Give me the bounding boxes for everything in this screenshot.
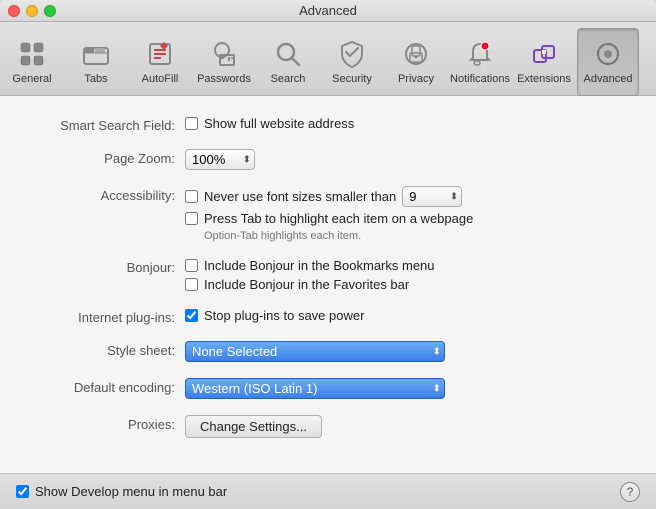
toolbar: General Tabs <box>0 22 656 96</box>
toolbar-label-privacy: Privacy <box>398 73 434 85</box>
toolbar-label-advanced: Advanced <box>584 73 633 85</box>
toolbar-label-autofill: AutoFill <box>142 73 179 85</box>
page-zoom-label: Page Zoom: <box>30 149 185 166</box>
style-sheet-row: Style sheet: None Selected ⬍ <box>30 341 626 362</box>
change-settings-button[interactable]: Change Settings... <box>185 415 322 438</box>
proxies-row: Proxies: Change Settings... <box>30 415 626 438</box>
sidebar-item-extensions[interactable]: Extensions <box>513 28 575 96</box>
privacy-icon <box>400 38 432 70</box>
window-title: Advanced <box>299 3 357 18</box>
tabs-icon <box>80 38 112 70</box>
toolbar-label-passwords: Passwords <box>197 73 251 85</box>
page-zoom-select[interactable]: 75% 85% 100% 115% 125% 150% 175% 200% <box>185 149 255 170</box>
smart-search-row: Smart Search Field: Show full website ad… <box>30 116 626 133</box>
accessibility-row: Accessibility: Never use font sizes smal… <box>30 186 626 242</box>
proxies-label: Proxies: <box>30 415 185 432</box>
content-area: Smart Search Field: Show full website ad… <box>0 96 656 473</box>
sidebar-item-tabs[interactable]: Tabs <box>65 28 127 96</box>
close-button[interactable] <box>8 5 20 17</box>
internet-plugins-label: Internet plug-ins: <box>30 308 185 325</box>
font-size-select[interactable]: 9 10 12 14 18 24 <box>402 186 462 207</box>
bonjour-label: Bonjour: <box>30 258 185 275</box>
press-tab-checkbox[interactable] <box>185 212 198 225</box>
toolbar-label-security: Security <box>332 73 372 85</box>
notifications-icon <box>464 38 496 70</box>
sidebar-item-privacy[interactable]: Privacy <box>385 28 447 96</box>
accessibility-hint: Option-Tab highlights each item. <box>204 230 473 242</box>
traffic-lights <box>8 5 56 17</box>
help-button[interactable]: ? <box>620 482 640 502</box>
bonjour-bookmarks-label[interactable]: Include Bonjour in the Bookmarks menu <box>204 258 435 273</box>
toolbar-label-general: General <box>12 73 51 85</box>
sidebar-item-passwords[interactable]: Passwords <box>193 28 255 96</box>
autofill-icon <box>144 38 176 70</box>
internet-plugins-controls: Stop plug-ins to save power <box>185 308 364 323</box>
show-develop-checkbox[interactable] <box>16 485 29 498</box>
maximize-button[interactable] <box>44 5 56 17</box>
show-develop-container: Show Develop menu in menu bar <box>16 484 227 499</box>
internet-plugins-row: Internet plug-ins: Stop plug-ins to save… <box>30 308 626 325</box>
smart-search-checkbox[interactable] <box>185 117 198 130</box>
title-bar: Advanced <box>0 0 656 22</box>
style-sheet-select[interactable]: None Selected <box>185 341 445 362</box>
toolbar-label-tabs: Tabs <box>84 73 107 85</box>
toolbar-label-search: Search <box>271 73 306 85</box>
default-encoding-select-wrapper: Western (ISO Latin 1) Unicode (UTF-8) Ja… <box>185 378 445 399</box>
advanced-icon <box>592 38 624 70</box>
bonjour-controls: Include Bonjour in the Bookmarks menu In… <box>185 258 435 292</box>
minimize-button[interactable] <box>26 5 38 17</box>
smart-search-label: Smart Search Field: <box>30 116 185 133</box>
sidebar-item-search[interactable]: Search <box>257 28 319 96</box>
accessibility-label: Accessibility: <box>30 186 185 203</box>
default-encoding-controls: Western (ISO Latin 1) Unicode (UTF-8) Ja… <box>185 378 445 399</box>
toolbar-label-notifications: Notifications <box>450 73 510 85</box>
style-sheet-select-wrapper: None Selected ⬍ <box>185 341 445 362</box>
bonjour-bookmarks-checkbox[interactable] <box>185 259 198 272</box>
bonjour-row: Bonjour: Include Bonjour in the Bookmark… <box>30 258 626 292</box>
smart-search-controls: Show full website address <box>185 116 354 131</box>
sidebar-item-advanced[interactable]: Advanced <box>577 28 639 96</box>
sidebar-item-autofill[interactable]: AutoFill <box>129 28 191 96</box>
preferences-window: Advanced General <box>0 0 656 509</box>
general-icon <box>16 38 48 70</box>
bonjour-favorites-label[interactable]: Include Bonjour in the Favorites bar <box>204 277 409 292</box>
font-size-select-wrapper: 9 10 12 14 18 24 ⬍ <box>402 186 462 207</box>
proxies-controls: Change Settings... <box>185 415 322 438</box>
search-icon <box>272 38 304 70</box>
font-size-checkbox-label[interactable]: Never use font sizes smaller than <box>204 189 396 204</box>
font-size-checkbox[interactable] <box>185 190 198 203</box>
toolbar-label-extensions: Extensions <box>517 73 571 85</box>
sidebar-item-general[interactable]: General <box>1 28 63 96</box>
page-zoom-controls: 75% 85% 100% 115% 125% 150% 175% 200% ⬍ <box>185 149 255 170</box>
press-tab-checkbox-label[interactable]: Press Tab to highlight each item on a we… <box>204 211 473 226</box>
page-zoom-select-wrapper: 75% 85% 100% 115% 125% 150% 175% 200% ⬍ <box>185 149 255 170</box>
sidebar-item-notifications[interactable]: Notifications <box>449 28 511 96</box>
default-encoding-select[interactable]: Western (ISO Latin 1) Unicode (UTF-8) Ja… <box>185 378 445 399</box>
passwords-icon <box>208 38 240 70</box>
default-encoding-label: Default encoding: <box>30 378 185 395</box>
style-sheet-controls: None Selected ⬍ <box>185 341 445 362</box>
style-sheet-label: Style sheet: <box>30 341 185 358</box>
security-icon <box>336 38 368 70</box>
page-zoom-row: Page Zoom: 75% 85% 100% 115% 125% 150% 1… <box>30 149 626 170</box>
stop-plugins-checkbox[interactable] <box>185 309 198 322</box>
bottom-bar: Show Develop menu in menu bar ? <box>0 473 656 509</box>
accessibility-controls: Never use font sizes smaller than 9 10 1… <box>185 186 473 242</box>
sidebar-item-security[interactable]: Security <box>321 28 383 96</box>
bonjour-favorites-checkbox[interactable] <box>185 278 198 291</box>
smart-search-checkbox-label[interactable]: Show full website address <box>204 116 354 131</box>
show-develop-label[interactable]: Show Develop menu in menu bar <box>35 484 227 499</box>
extensions-icon <box>528 38 560 70</box>
stop-plugins-label[interactable]: Stop plug-ins to save power <box>204 308 364 323</box>
default-encoding-row: Default encoding: Western (ISO Latin 1) … <box>30 378 626 399</box>
